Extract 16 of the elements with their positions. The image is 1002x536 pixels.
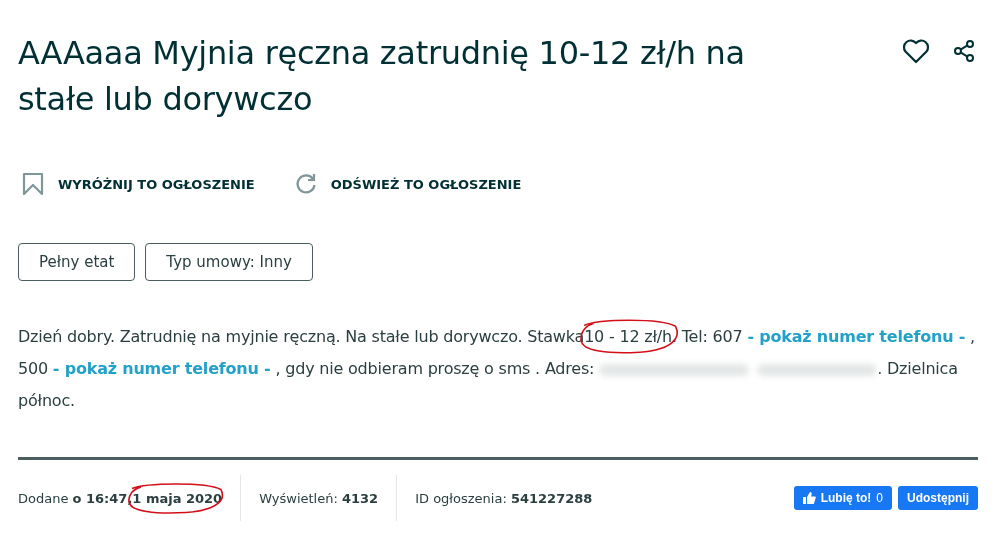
action-link[interactable]: WYRÓŻNIJ TO OGŁOSZENIE <box>22 172 255 196</box>
views-count: Wyświetleń: 4132 <box>259 490 379 506</box>
bookmark-icon <box>22 172 44 196</box>
ad-id: ID ogłoszenia: 541227288 <box>415 490 593 506</box>
action-link[interactable]: ODŚWIEŻ TO OGŁOSZENIE <box>294 172 522 196</box>
heart-icon[interactable] <box>902 38 930 64</box>
share-button[interactable]: Udostępnij <box>898 486 978 510</box>
like-button[interactable]: Lubię to! 0 <box>793 486 892 510</box>
tag: Typ umowy: Inny <box>145 243 313 281</box>
refresh-icon <box>294 173 317 195</box>
show-phone-link[interactable]: - pokaż numer telefonu - <box>52 359 271 378</box>
thumbs-up-icon <box>802 492 816 504</box>
tag: Pełny etat <box>18 243 136 281</box>
share-icon[interactable] <box>952 39 976 63</box>
show-phone-link[interactable]: - pokaż numer telefonu - <box>747 327 966 346</box>
listing-title: AAAaaa Myjnia ręczna zatrudnię 10-12 zł/h na stałe lub dorywczo <box>18 33 746 120</box>
